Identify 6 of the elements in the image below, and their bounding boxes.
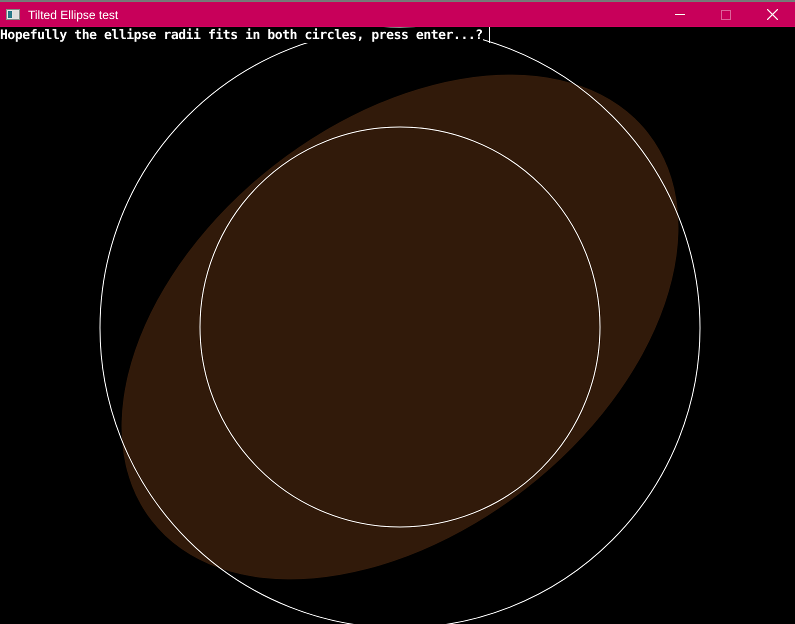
console-prompt: Hopefully the ellipse radii fits in both circles, press enter...? — [0, 28, 483, 42]
maximize-icon — [721, 10, 731, 20]
minimize-icon — [675, 14, 685, 15]
app-icon — [6, 9, 20, 20]
close-icon — [766, 9, 778, 20]
window-title: Tilted Ellipse test — [28, 8, 120, 22]
